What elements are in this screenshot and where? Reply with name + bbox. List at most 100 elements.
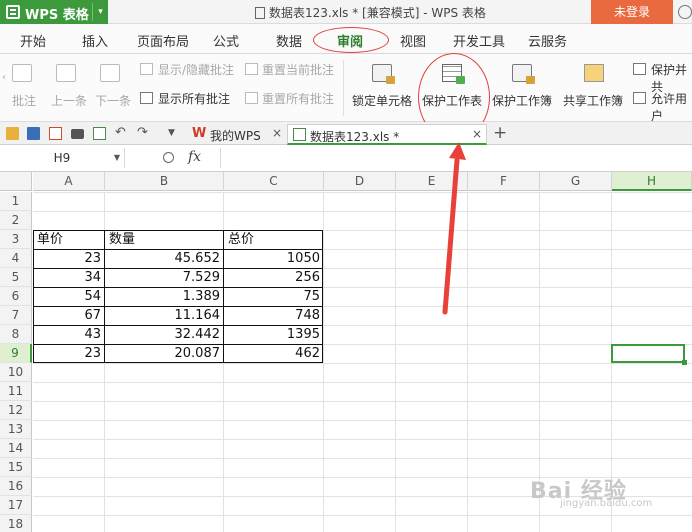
- cell-b7[interactable]: 11.164: [105, 306, 224, 325]
- cell-c6[interactable]: 75: [224, 287, 324, 306]
- show-all-comments-label: 显示所有批注: [158, 92, 231, 106]
- print-preview-icon[interactable]: [93, 127, 106, 140]
- next-comment-label: 下一条: [95, 94, 132, 108]
- tab-my-wps-label: 我的WPS: [210, 129, 261, 143]
- cell-b4[interactable]: 45.652: [105, 249, 224, 268]
- prev-comment-label: 上一条: [51, 94, 88, 108]
- open-folder-icon[interactable]: [6, 127, 19, 140]
- app-menu-button[interactable]: WPS 表格 ▾: [0, 0, 108, 24]
- column-header[interactable]: A: [33, 172, 105, 191]
- ribbon-scroll-left-icon[interactable]: ‹: [2, 72, 10, 102]
- chevron-down-icon[interactable]: ▼: [114, 148, 120, 168]
- column-header[interactable]: D: [324, 172, 396, 191]
- lock-cell-icon: [372, 64, 395, 84]
- menu-bar: 开始 插入 页面布局 公式 数据 审阅 视图 开发工具 云服务: [0, 24, 692, 54]
- row-header-selected[interactable]: 9: [0, 344, 32, 363]
- cell-a4[interactable]: 23: [33, 249, 105, 268]
- show-hide-comments-icon: [140, 63, 153, 75]
- selected-cell-h9[interactable]: [611, 344, 687, 365]
- row-header[interactable]: 7: [0, 306, 32, 325]
- cell-c8[interactable]: 1395: [224, 325, 324, 344]
- cell-a5[interactable]: 34: [33, 268, 105, 287]
- reset-current-comment-icon: [245, 63, 258, 75]
- cell-c9[interactable]: 462: [224, 344, 324, 363]
- cell-a7[interactable]: 67: [33, 306, 105, 325]
- comment-label: 批注: [12, 94, 37, 108]
- row-header[interactable]: 12: [0, 401, 32, 420]
- row-header[interactable]: 11: [0, 382, 32, 401]
- tab-view[interactable]: 视图: [400, 31, 426, 50]
- row-header[interactable]: 6: [0, 287, 32, 306]
- add-tab-icon[interactable]: +: [493, 123, 507, 143]
- select-all-corner[interactable]: [0, 172, 32, 191]
- cell-a6[interactable]: 54: [33, 287, 105, 306]
- cell-c5[interactable]: 256: [224, 268, 324, 287]
- cell-b9[interactable]: 20.087: [105, 344, 224, 363]
- cell-b3[interactable]: 数量: [105, 230, 224, 249]
- print-icon[interactable]: [71, 129, 84, 139]
- row-header[interactable]: 8: [0, 325, 32, 344]
- review-ribbon: ‹ 批注 上一条 下一条 显示/隐藏批注 显示所有批注 重置当前批注 重置所有批…: [0, 54, 692, 123]
- cell-b5[interactable]: 7.529: [105, 268, 224, 287]
- tab-page-layout[interactable]: 页面布局: [137, 31, 189, 50]
- redo-icon[interactable]: ↷: [137, 125, 148, 140]
- wps-w-icon: W: [192, 126, 207, 141]
- login-button[interactable]: 未登录: [591, 0, 673, 24]
- protect-workbook-icon: [512, 64, 535, 84]
- column-header[interactable]: E: [396, 172, 468, 191]
- cell-a3[interactable]: 单价: [33, 230, 105, 249]
- cell-a9[interactable]: 23: [33, 344, 105, 363]
- column-header[interactable]: C: [224, 172, 324, 191]
- column-header[interactable]: B: [105, 172, 224, 191]
- tab-data[interactable]: 数据: [276, 31, 302, 50]
- cell-c3[interactable]: 总价: [224, 230, 324, 249]
- name-box[interactable]: H9 ▼: [0, 148, 125, 168]
- column-header-selected[interactable]: H: [612, 172, 692, 191]
- row-header[interactable]: 10: [0, 363, 32, 382]
- save-icon[interactable]: [27, 127, 40, 140]
- toolbar-dropdown-icon[interactable]: ▼: [168, 128, 175, 138]
- row-header[interactable]: 3: [0, 230, 32, 249]
- cell-c7[interactable]: 748: [224, 306, 324, 325]
- row-header[interactable]: 14: [0, 439, 32, 458]
- column-header[interactable]: G: [540, 172, 612, 191]
- close-icon[interactable]: ×: [472, 127, 482, 141]
- app-name: WPS 表格: [25, 8, 89, 23]
- help-circle-icon[interactable]: [678, 5, 692, 19]
- next-comment-icon: [100, 64, 120, 82]
- row-header[interactable]: 13: [0, 420, 32, 439]
- cell-a8[interactable]: 43: [33, 325, 105, 344]
- window-title-text: 数据表123.xls * [兼容模式] - WPS 表格: [269, 6, 486, 20]
- export-pdf-icon[interactable]: [49, 127, 62, 140]
- row-header[interactable]: 17: [0, 496, 32, 515]
- formula-input[interactable]: [220, 148, 692, 168]
- tab-data-file[interactable]: 数据表123.xls * ×: [287, 124, 487, 145]
- app-menu-caret-icon[interactable]: ▾: [92, 3, 108, 21]
- zoom-search-icon[interactable]: [163, 152, 174, 163]
- tab-developer[interactable]: 开发工具: [453, 31, 505, 50]
- cell-c4[interactable]: 1050: [224, 249, 324, 268]
- row-header[interactable]: 18: [0, 515, 32, 532]
- row-header[interactable]: 5: [0, 268, 32, 287]
- row-header[interactable]: 15: [0, 458, 32, 477]
- tab-cloud-service[interactable]: 云服务: [528, 31, 567, 50]
- show-all-comments-icon: [140, 92, 153, 104]
- row-header[interactable]: 4: [0, 249, 32, 268]
- row-header[interactable]: 16: [0, 477, 32, 496]
- cell-b6[interactable]: 1.389: [105, 287, 224, 306]
- close-icon[interactable]: ×: [272, 126, 282, 140]
- row-header[interactable]: 2: [0, 211, 32, 230]
- fx-icon[interactable]: fx: [188, 149, 201, 165]
- protect-workbook-label: 保护工作簿: [492, 94, 553, 108]
- column-header[interactable]: F: [468, 172, 540, 191]
- cell-b8[interactable]: 32.442: [105, 325, 224, 344]
- tab-home[interactable]: 开始: [20, 31, 46, 50]
- prev-comment-icon: [56, 64, 76, 82]
- tab-formulas[interactable]: 公式: [213, 31, 239, 50]
- wps-logo-icon: [6, 5, 20, 19]
- formula-bar: H9 ▼ fx: [0, 145, 692, 172]
- tab-my-wps[interactable]: W 我的WPS ×: [188, 124, 286, 145]
- tab-insert[interactable]: 插入: [82, 31, 108, 50]
- row-header[interactable]: 1: [0, 192, 32, 211]
- undo-icon[interactable]: ↶: [115, 125, 126, 140]
